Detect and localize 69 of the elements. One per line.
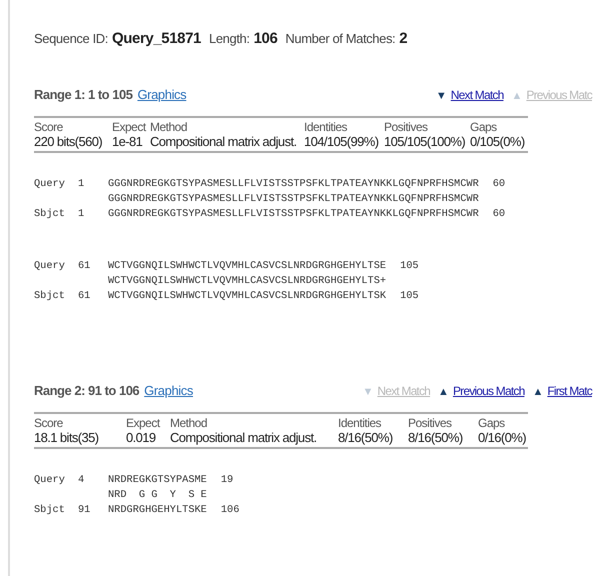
row-label: Query bbox=[34, 177, 66, 191]
column-header: Method bbox=[170, 416, 208, 430]
position-number: 61 bbox=[78, 289, 92, 303]
down-arrow-icon: ▼ bbox=[436, 90, 447, 102]
column-header: Gaps bbox=[478, 416, 506, 430]
column-header: Score bbox=[34, 416, 64, 430]
position-number: 105 bbox=[400, 259, 419, 273]
table-cell-text: Compositional matrix adjust. bbox=[170, 430, 318, 445]
graphics-link[interactable]: Graphics bbox=[137, 87, 186, 102]
table-cell-text: 18.1 bits(35) bbox=[34, 430, 100, 445]
up-arrow-icon: ▲ bbox=[511, 90, 522, 102]
position-number: 106 bbox=[220, 503, 240, 517]
table-cell-text: 104/105(99%) bbox=[304, 134, 380, 149]
info-label: Length: bbox=[209, 31, 250, 46]
sequence-text: GGGNRDREGKGTSYPASMESLLFLVISTSSTPSFKLTPATEAYNKKLGQFNPRFHSMCWR bbox=[108, 207, 480, 221]
match-line: WCTVGGNQILSWHWCTLVQVMHLCASVCSLNRDGRGHGEHYLTS+ bbox=[108, 274, 388, 288]
match-nav-link[interactable]: First Matc bbox=[547, 384, 592, 398]
column-header: Identities bbox=[304, 120, 348, 134]
match-nav-link[interactable]: Next Match bbox=[450, 88, 504, 102]
column-header: Expect bbox=[126, 416, 162, 430]
column-header: Method bbox=[150, 120, 188, 134]
sequence-text: NRDGRGHGEHYLTSKE bbox=[108, 503, 208, 517]
up-arrow-icon: ▲ bbox=[532, 386, 544, 398]
row-label: Query bbox=[34, 473, 66, 487]
graphics-link[interactable]: Graphics bbox=[144, 383, 193, 398]
column-header: Positives bbox=[384, 120, 429, 134]
up-arrow-icon: ▲ bbox=[438, 386, 449, 398]
table-cell-text: 1e-81 bbox=[112, 134, 144, 149]
row-label: Query bbox=[34, 259, 66, 273]
info-value: Query_51871 bbox=[112, 30, 201, 47]
table-cell-text: 8/16(50%) bbox=[408, 430, 464, 445]
column-header: Expect bbox=[112, 120, 148, 134]
sequence-text: GGGNRDREGKGTSYPASMESLLFLVISTSSTPSFKLTPATEAYNKKLGQFNPRFHSMCWR bbox=[108, 177, 480, 191]
position-number: 60 bbox=[492, 177, 506, 191]
row-label: Sbjct bbox=[34, 289, 66, 303]
match-line: GGGNRDREGKGTSYPASMESLLFLVISTSSTPSFKLTPATEAYNKKLGQFNPRFHSMCWR bbox=[108, 192, 480, 206]
info-label: Number of Matches: bbox=[285, 31, 396, 46]
sequence-text: WCTVGGNQILSWHWCTLVQVMHLCASVCSLNRDGRGHGEHYLTSK bbox=[108, 289, 388, 303]
table-cell-text: Compositional matrix adjust. bbox=[150, 134, 298, 149]
match-nav-link[interactable]: Previous Match bbox=[452, 384, 524, 398]
info-value: 106 bbox=[254, 30, 278, 47]
table-cell-text: 105/105(100%) bbox=[384, 134, 466, 149]
table-cell-text: 8/16(50%) bbox=[338, 430, 394, 445]
sequence-text: NRDREGKGTSYPASME bbox=[108, 473, 208, 487]
info-label: Sequence ID: bbox=[34, 31, 108, 46]
position-number: 1 bbox=[78, 207, 86, 221]
position-number: 19 bbox=[220, 473, 234, 487]
column-header: Positives bbox=[408, 416, 453, 430]
range-title: Range 2: 91 to 106 bbox=[34, 383, 140, 398]
column-header: Score bbox=[34, 120, 64, 134]
position-number: 91 bbox=[78, 503, 92, 517]
column-header: Gaps bbox=[470, 120, 498, 134]
table-cell-text: 220 bits(560) bbox=[34, 134, 104, 149]
position-number: 105 bbox=[400, 289, 419, 303]
position-number: 1 bbox=[78, 177, 86, 191]
table-cell-text: 0/105(0%) bbox=[470, 134, 526, 149]
position-number: 61 bbox=[78, 259, 92, 273]
row-label: Sbjct bbox=[34, 503, 66, 517]
column-header: Identities bbox=[338, 416, 382, 430]
range-title: Range 1: 1 to 105 bbox=[34, 87, 132, 102]
position-number: 4 bbox=[78, 473, 86, 487]
row-label: Sbjct bbox=[34, 207, 66, 221]
table-cell-text: 0/16(0%) bbox=[478, 430, 527, 445]
match-line: NRD G G Y S E bbox=[108, 488, 208, 502]
down-arrow-icon: ▼ bbox=[362, 386, 374, 398]
info-value: 2 bbox=[399, 30, 408, 47]
sequence-text: WCTVGGNQILSWHWCTLVQVMHLCASVCSLNRDGRGHGEHYLTSE bbox=[108, 259, 388, 273]
table-cell-text: 0.019 bbox=[126, 430, 157, 445]
position-number: 60 bbox=[492, 207, 506, 221]
